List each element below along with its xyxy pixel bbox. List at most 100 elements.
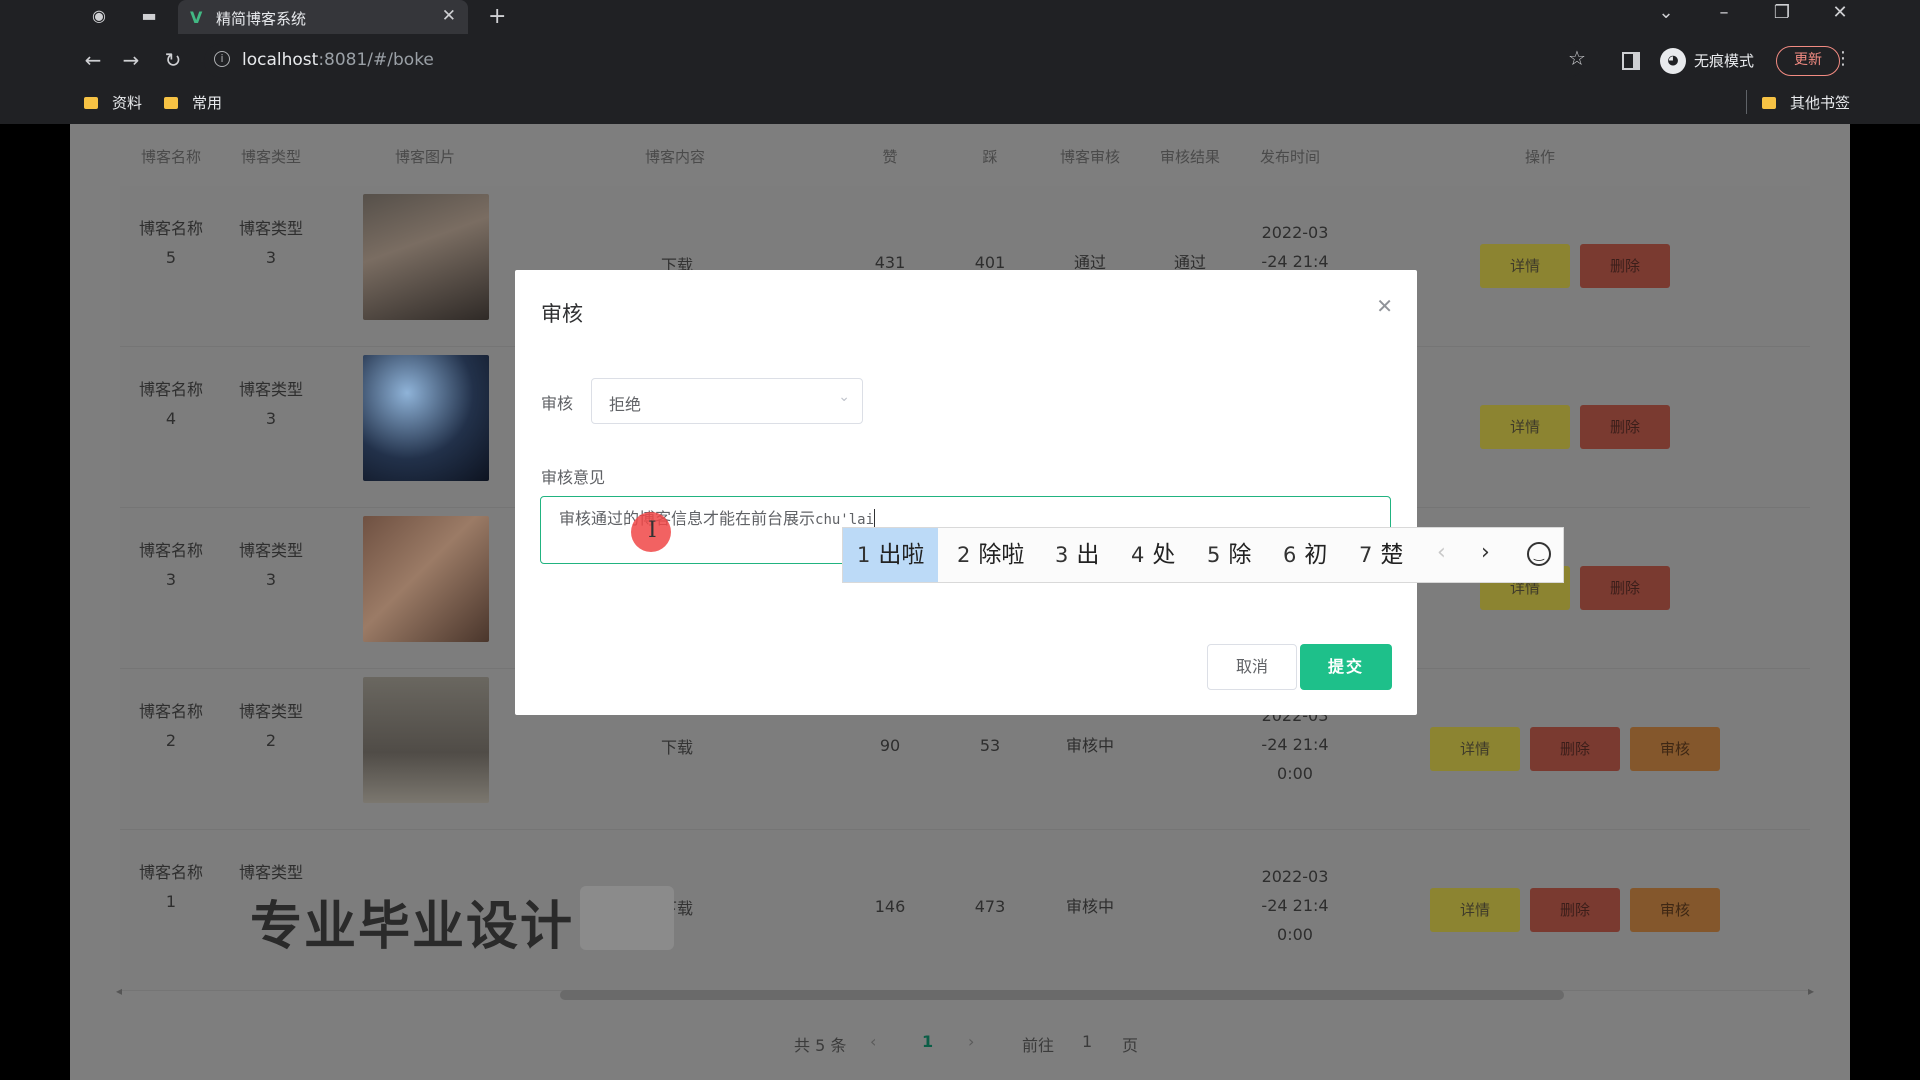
audit-button[interactable]: 审核 [1630,727,1720,771]
cell-type: 博客类型 3 [238,219,303,267]
goto-prefix: 前往 [1022,1036,1055,1055]
back-icon[interactable]: ← [80,48,106,72]
address-bar[interactable]: i localhost:8081/#/boke [204,44,1584,78]
detail-button[interactable]: 详情 [1430,888,1520,932]
th-time: 发布时间 [1259,148,1320,166]
cell-audit: 审核中 [1065,736,1114,755]
audit-label: 审核 [541,394,574,413]
pagination-total: 共 5 条 [794,1036,847,1055]
cell-name: 博客名称 1 [138,863,203,911]
tab-strip: ◉ ▬ V 精简博客系统 ✕ + ⌄ – ❐ ✕ [0,0,1920,34]
browser-chrome: ◉ ▬ V 精简博客系统 ✕ + ⌄ – ❐ ✕ ← → ↻ i localho… [0,0,1920,124]
detail-button[interactable]: 详情 [1480,244,1570,288]
tab-active[interactable]: V 精简博客系统 ✕ [178,0,468,34]
th-likes: 赞 [882,148,898,166]
smiley-icon[interactable]: ‿ [1527,542,1551,566]
ime-candidate[interactable]: 6初 [1269,528,1341,582]
close-window-icon[interactable]: ✕ [1820,2,1860,23]
goto-input[interactable]: 1 [1082,1032,1092,1051]
scrollbar-thumb[interactable] [560,990,1564,1000]
cell-type: 博客类型 3 [238,541,303,589]
delete-button[interactable]: 删除 [1580,405,1670,449]
prev-page-icon[interactable]: ‹ [870,1032,876,1051]
cell-name: 博客名称 2 [138,702,203,750]
table-header: 博客名称 博客类型 博客图片 博客内容 赞 踩 博客审核 审核结果 发布时间 操… [120,124,1810,186]
folder-icon [164,97,178,109]
th-audit: 博客审核 [1059,148,1120,166]
cell-name: 博客名称 4 [138,380,203,428]
page-number[interactable]: 1 [922,1032,933,1051]
delete-button[interactable]: 删除 [1580,566,1670,610]
text-caret [874,509,876,527]
ime-candidate[interactable]: 3出 [1041,528,1113,582]
incognito-icon[interactable]: ◕ [1660,48,1686,74]
cell-type: 博客类型 2 [238,702,303,750]
submit-button[interactable]: 提交 [1300,644,1392,690]
cell-dislikes: 53 [979,736,1001,755]
vue-logo-icon: V [190,8,203,27]
browser-menu-icon[interactable]: ◉ [88,6,110,26]
dialog-title: 审核 [541,302,583,326]
ime-candidate-bar: 1 出啦 2 除啦 3出 4处 5除 6初 7楚 ‹ › ‿ [842,527,1564,583]
th-dislikes: 踩 [982,148,998,166]
site-info-icon[interactable]: i [214,51,230,67]
reload-icon[interactable]: ↻ [160,48,186,72]
ime-candidate[interactable]: 7楚 [1345,528,1417,582]
side-panel-icon[interactable] [1622,52,1640,70]
ime-candidate[interactable]: 4处 [1117,528,1189,582]
minimize-icon[interactable]: – [1704,2,1744,23]
goto-suffix: 页 [1122,1036,1139,1055]
delete-button[interactable]: 删除 [1530,888,1620,932]
watermark-blur [580,886,674,950]
th-actions: 操作 [1524,148,1555,166]
close-icon[interactable]: ✕ [1376,294,1393,318]
cancel-button[interactable]: 取消 [1207,644,1297,690]
other-bookmarks[interactable]: 其他书签 [1762,92,1850,113]
ime-prev-icon[interactable]: ‹ [1437,540,1446,565]
cell-dislikes: 473 [974,897,1006,916]
bookmark-folder-ziliao[interactable]: 资料 [84,92,142,113]
audit-dialog: 审核 ✕ 审核 拒绝 ⌄ 审核意见 审核通过的博客信息才能在前台展示chu'la… [515,270,1417,715]
ime-candidate[interactable]: 5除 [1193,528,1265,582]
delete-button[interactable]: 删除 [1530,727,1620,771]
horizontal-scrollbar[interactable]: ◂ ▸ [116,984,1814,1000]
incognito-label: 无痕模式 [1694,52,1755,70]
cell-type: 博客类型 [238,863,303,882]
detail-button[interactable]: 详情 [1430,727,1520,771]
scroll-right-icon[interactable]: ▸ [1808,984,1814,998]
bookmark-star-icon[interactable]: ☆ [1568,46,1586,70]
blog-photo [363,194,489,320]
scroll-left-icon[interactable]: ◂ [116,984,122,998]
bookmarks-divider [1746,90,1747,114]
audit-button[interactable]: 审核 [1630,888,1720,932]
more-menu-icon[interactable]: ⋮ [1834,48,1852,69]
tab-overview-icon[interactable]: ▬ [138,6,160,26]
blog-photo [363,677,489,803]
bookmarks-bar: 资料 常用 其他书签 [0,88,1920,118]
detail-button[interactable]: 详情 [1480,405,1570,449]
restore-icon[interactable]: ❐ [1762,2,1802,23]
ime-candidate[interactable]: 1 出啦 [843,528,939,582]
cell-audit: 审核中 [1065,897,1114,916]
watermark-text: 专业毕业设计 [250,897,575,957]
forward-icon[interactable]: → [118,48,144,72]
ime-candidate[interactable]: 2 除啦 [943,528,1038,582]
audit-select[interactable]: 拒绝 ⌄ [591,378,863,424]
ime-composition: chu'lai [815,512,875,528]
close-tab-icon[interactable]: ✕ [442,6,456,26]
cell-type: 博客类型 3 [238,380,303,428]
screen: ◉ ▬ V 精简博客系统 ✕ + ⌄ – ❐ ✕ ← → ↻ i localho… [0,0,1920,1080]
ime-next-icon[interactable]: › [1481,540,1490,565]
text-cursor-icon: I [648,518,657,543]
update-button[interactable]: 更新 [1776,46,1840,76]
tab-search-icon[interactable]: ⌄ [1646,2,1686,23]
delete-button[interactable]: 删除 [1580,244,1670,288]
next-page-icon[interactable]: › [968,1032,974,1051]
url-text: localhost:8081/#/boke [242,50,434,70]
new-tab-icon[interactable]: + [488,4,506,29]
bookmark-folder-changyong[interactable]: 常用 [164,92,222,113]
download-link[interactable]: 下载 [661,734,693,758]
th-content: 博客内容 [644,148,705,166]
blog-photo [363,516,489,642]
tab-title: 精简博客系统 [216,10,307,28]
